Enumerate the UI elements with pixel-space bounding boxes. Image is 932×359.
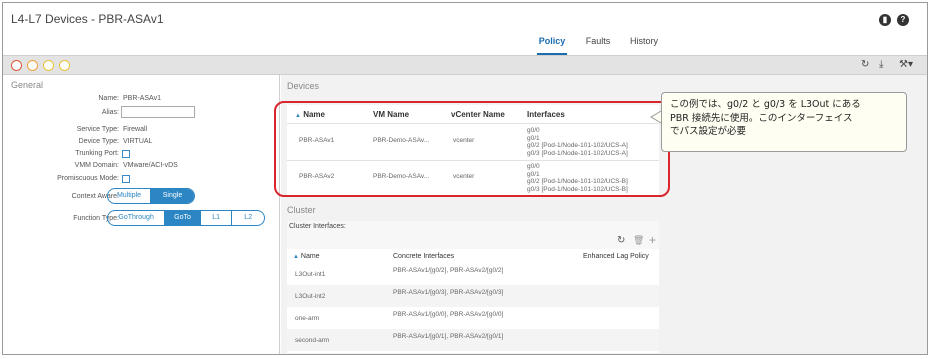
table-row[interactable]: L3Out-int1 PBR-ASAv1/[g0/2], PBR-ASAv2/[… [287,263,659,285]
cluster-row-concrete: PBR-ASAv1/[g0/1], PBR-ASAv2/[g0/1] [393,333,504,340]
tab-history[interactable]: History [627,35,661,55]
context-aware-single[interactable]: Single [151,189,194,203]
name-value: PBR-ASAv1 [123,95,161,102]
callout-line: PBR 接続先に使用。このインターフェイス [670,112,853,124]
cluster-col-concrete[interactable]: Concrete Interfaces [393,253,454,260]
service-type-value: Firewall [123,126,148,133]
function-type-toggle[interactable]: GoThrough GoTo L1 L2 [107,210,265,226]
cluster-row-name: one-arm [295,315,320,322]
cluster-col-name[interactable]: ▲ Name [293,253,320,260]
function-type-gothrough[interactable]: GoThrough [108,211,166,225]
table-row[interactable]: L3Out-int2 PBR-ASAv1/[g0/3], PBR-ASAv2/[… [287,285,659,307]
function-type-label: Function Type: [73,215,119,222]
cluster-row-concrete: PBR-ASAv1/[g0/0], PBR-ASAv2/[g0/0] [393,311,504,318]
status-minor-icon[interactable] [43,60,54,71]
context-aware-multiple[interactable]: Multiple [108,189,152,203]
vmm-domain-value: VMware/ACI-vDS [123,162,178,169]
cluster-row-name: second-arm [295,337,330,344]
cluster-interfaces-label: Cluster Interfaces: [289,223,346,230]
trunking-port-checkbox[interactable] [122,150,130,158]
vmm-domain-label: VMM Domain: [74,162,119,169]
page-title: L4-L7 Devices - PBR-ASAv1 [11,12,164,26]
cluster-section-label: Cluster [287,205,316,215]
help-icon[interactable]: ? [897,14,909,26]
delete-icon[interactable]: 🗑 [633,235,644,246]
cluster-table: ▲ Name Concrete Interfaces Enhanced Lag … [287,249,659,353]
trunking-port-label: Trunking Port: [75,150,119,157]
name-label: Name: [98,95,119,102]
status-major-icon[interactable] [27,60,38,71]
tools-icon[interactable]: ⚒▾ [899,59,913,70]
table-row[interactable]: one-arm PBR-ASAv1/[g0/0], PBR-ASAv2/[g0/… [287,307,659,329]
table-row[interactable]: second-arm PBR-ASAv1/[g0/1], PBR-ASAv2/[… [287,329,659,351]
function-type-l1[interactable]: L1 [201,211,233,225]
callout-line: この例では、g0/2 と g0/3 を L3Out にある [670,99,861,110]
download-icon[interactable]: ⤓ [879,59,883,70]
function-type-goto[interactable]: GoTo [165,211,201,225]
promiscuous-label: Promiscuous Mode: [57,175,119,182]
refresh-icon[interactable]: ↻ [861,59,869,70]
tab-policy[interactable]: Policy [537,35,567,55]
context-aware-label: Context Aware: [71,193,119,200]
cluster-col-lag[interactable]: Enhanced Lag Policy [583,253,649,260]
cluster-row-name: L3Out-int1 [295,271,326,278]
cluster-row-concrete: PBR-ASAv1/[g0/3], PBR-ASAv2/[g0/3] [393,289,504,296]
header: L4-L7 Devices - PBR-ASAv1 ▮ ? Policy Fau… [3,3,927,55]
service-type-label: Service Type: [76,126,119,133]
general-panel: General Name: PBR-ASAv1 Alias: Service T… [3,75,280,354]
general-section-label: General [11,80,44,90]
device-type-value: VIRTUAL [123,138,153,145]
highlight-box [274,101,670,197]
add-icon[interactable]: + [649,233,656,247]
refresh-icon[interactable]: ↻ [617,235,625,246]
status-warning-icon[interactable] [59,60,70,71]
status-critical-icon[interactable] [11,60,22,71]
devices-section-label: Devices [287,81,320,91]
alias-input[interactable] [121,106,195,118]
function-type-l2[interactable]: L2 [232,211,264,225]
annotation-callout: この例では、g0/2 と g0/3 を L3Out にある PBR 接続先に使用… [661,92,907,152]
cluster-panel: Cluster Interfaces: ↻ 🗑 + ▲ Name Concret… [287,221,659,353]
device-type-label: Device Type: [78,138,119,145]
promiscuous-checkbox[interactable] [122,175,130,183]
cluster-row-name: L3Out-int2 [295,293,326,300]
tab-faults[interactable]: Faults [583,35,613,55]
callout-line: でパス設定が必要 [670,126,747,137]
cluster-row-concrete: PBR-ASAv1/[g0/2], PBR-ASAv2/[g0/2] [393,267,504,274]
alias-label: Alias: [101,109,119,116]
toolbar: ↻ ⤓ ⚒▾ [3,55,927,75]
context-aware-toggle[interactable]: Multiple Single [107,188,195,204]
bookmark-icon[interactable]: ▮ [879,14,891,26]
